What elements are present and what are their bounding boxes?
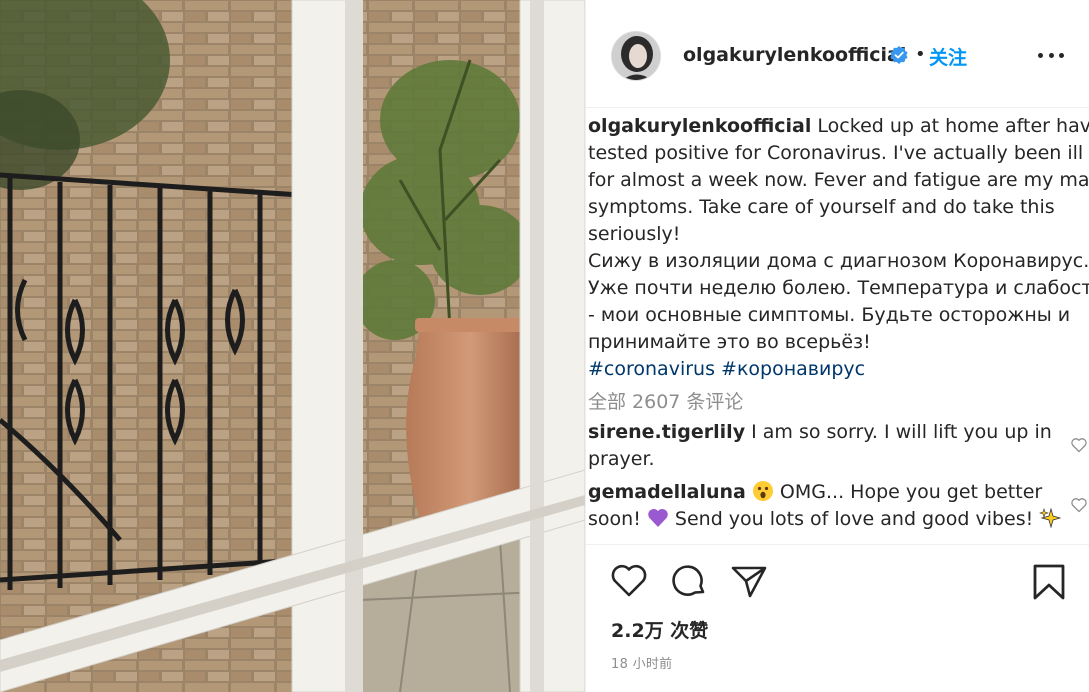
- comment-text: OMG... Hope you get better: [779, 481, 1043, 503]
- caption-text-line: symptoms. Take care of yourself and do t…: [588, 196, 1055, 218]
- follow-button[interactable]: 关注: [929, 43, 967, 70]
- verified-badge-icon: [890, 46, 908, 64]
- header-username[interactable]: olgakurylenkoofficial: [683, 44, 906, 66]
- comment-like-heart-icon[interactable]: [1070, 437, 1088, 453]
- separator-dot: •: [915, 44, 926, 65]
- post-caption: olgakurylenkoofficial Locked up at home …: [588, 113, 1089, 383]
- comment-text: soon!: [588, 508, 641, 530]
- sparkles-icon: [1039, 507, 1062, 529]
- caption-username[interactable]: olgakurylenkoofficial: [588, 115, 811, 137]
- share-icon[interactable]: [730, 563, 768, 599]
- more-options-icon[interactable]: [1038, 44, 1064, 66]
- comment-text: prayer.: [588, 448, 655, 470]
- caption-text-line: Locked up at home after having: [817, 115, 1089, 137]
- post-actions: 2.2万 次赞 18 小时前: [586, 546, 1089, 692]
- caption-text-line: for almost a week now. Fever and fatigue…: [588, 169, 1089, 191]
- caption-text-line: seriously!: [588, 223, 681, 245]
- avatar[interactable]: [611, 31, 661, 81]
- comment-item: gemadellaluna OMG... Hope you get better…: [588, 479, 1062, 533]
- caption-text-line: Уже почти неделю болею. Температура и сл…: [588, 277, 1089, 299]
- view-all-comments-link[interactable]: 全部 2607 条评论: [588, 387, 743, 414]
- heart-icon[interactable]: [610, 563, 648, 599]
- purple-heart-icon: [648, 508, 668, 527]
- comments-section: olgakurylenkoofficial Locked up at home …: [586, 109, 1089, 545]
- astonished-face-icon: [752, 481, 773, 501]
- comment-like-heart-icon[interactable]: [1070, 497, 1088, 513]
- post-header: olgakurylenkoofficial • 关注: [586, 0, 1089, 108]
- comment-username[interactable]: gemadellaluna: [588, 481, 746, 503]
- caption-text-line: tested positive for Coronavirus. I've ac…: [588, 142, 1084, 164]
- caption-text-line: Сижу в изоляции дома с диагнозом Коронав…: [588, 250, 1089, 272]
- comment-icon[interactable]: [670, 562, 708, 600]
- comment-text: Send you lots of love and good vibes!: [674, 508, 1034, 530]
- post-timestamp[interactable]: 18 小时前: [611, 653, 672, 672]
- comment-text: I am so sorry. I will lift you up in: [751, 421, 1052, 443]
- more-dot: [1038, 52, 1043, 58]
- likes-count[interactable]: 2.2万 次赞: [611, 616, 708, 643]
- bookmark-icon[interactable]: [1032, 563, 1066, 601]
- hashtag-link[interactable]: #коронавирус: [721, 358, 865, 380]
- post-photo: [0, 0, 585, 692]
- comment-username[interactable]: sirene.tigerlily: [588, 421, 745, 443]
- avatar-image: [612, 32, 660, 80]
- post-side-panel: olgakurylenkoofficial • 关注 olgakurylenko…: [585, 0, 1089, 692]
- hashtag-link[interactable]: #coronavirus: [588, 358, 715, 380]
- more-dot: [1059, 52, 1064, 58]
- comment-item: sirene.tigerlily I am so sorry. I will l…: [588, 419, 1058, 473]
- post-photo-illustration: [0, 0, 585, 692]
- more-dot: [1048, 52, 1054, 58]
- caption-text-line: - мои основные симптомы. Будьте осторожн…: [588, 304, 1071, 326]
- caption-text-line: принимайте это во всерьёз!: [588, 331, 871, 353]
